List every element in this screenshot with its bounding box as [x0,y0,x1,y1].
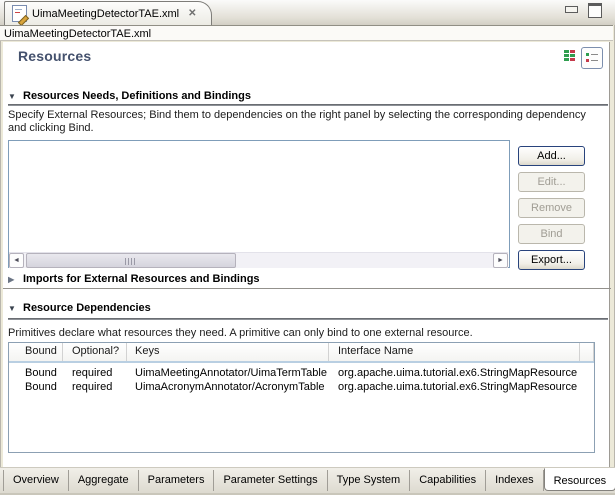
cell-bound: Bound [9,380,63,394]
maximize-icon[interactable] [588,3,602,18]
section-separator [8,104,608,106]
part-divider [3,288,611,289]
export-button[interactable]: Export... [518,250,585,270]
editor-tab-title: UimaMeetingDetectorTAE.xml [32,8,179,20]
editor-tabbar: UimaMeetingDetectorTAE.xml ✕ [0,0,615,25]
section-dependencies-title: Resource Dependencies [23,302,151,314]
tab-parameters[interactable]: Parameters [139,470,215,491]
breadcrumb: UimaMeetingDetectorTAE.xml [0,25,613,41]
expand-icon[interactable]: ▶ [8,271,17,286]
cell-keys: UimaMeetingAnnotator/UimaTermTable [127,366,329,380]
tab-parameter-settings[interactable]: Parameter Settings [214,470,327,491]
horizontal-scrollbar[interactable]: ◄ ► [9,252,508,268]
column-header-optional[interactable]: Optional? [63,343,127,361]
form-view-icon[interactable] [581,47,603,69]
tab-capabilities[interactable]: Capabilities [410,470,486,491]
collapse-icon[interactable]: ▼ [8,304,17,313]
column-header-filler [580,343,594,361]
tab-indexes[interactable]: Indexes [486,470,544,491]
edit-button: Edit... [518,172,585,192]
section-dependencies-description: Primitives declare what resources they n… [8,327,600,340]
cell-interface: org.apache.uima.tutorial.ex6.StringMapRe… [329,380,580,394]
remove-button: Remove [518,198,585,218]
scroll-right-icon[interactable]: ► [493,253,508,268]
section-bindings-header[interactable]: ▼ Resources Needs, Definitions and Bindi… [8,90,251,102]
section-bindings-description: Specify External Resources; Bind them to… [8,109,600,135]
close-icon[interactable]: ✕ [188,8,196,19]
dependencies-table[interactable]: Bound Optional? Keys Interface Name Boun… [8,342,595,453]
bind-button: Bind [518,224,585,244]
page-tabbar: Overview Aggregate Parameters Parameter … [0,467,615,494]
tab-overview[interactable]: Overview [3,470,69,491]
editor-window: UimaMeetingDetectorTAE.xml ✕ UimaMeeting… [0,0,615,495]
scroll-left-icon[interactable]: ◄ [9,253,24,268]
section-separator [8,318,608,320]
editor-tab[interactable]: UimaMeetingDetectorTAE.xml ✕ [4,1,212,25]
section-imports-title: Imports for External Resources and Bindi… [23,271,260,286]
table-row[interactable]: Bound required UimaAcronymAnnotator/Acro… [9,380,594,394]
tab-type-system[interactable]: Type System [328,470,411,491]
table-row[interactable]: Bound required UimaMeetingAnnotator/Uima… [9,366,594,380]
section-dependencies-header[interactable]: ▼ Resource Dependencies [8,302,151,314]
xml-editor-icon [12,5,27,22]
column-header-keys[interactable]: Keys [127,343,329,361]
tab-resources[interactable]: Resources [544,468,615,491]
cell-interface: org.apache.uima.tutorial.ex6.StringMapRe… [329,366,580,380]
cell-keys: UimaAcronymAnnotator/AcronymTable [127,380,329,394]
collapse-icon[interactable]: ▼ [8,92,17,101]
section-bindings-title: Resources Needs, Definitions and Binding… [23,90,251,102]
cell-optional: required [63,380,127,394]
scrollbar-thumb[interactable] [26,253,236,268]
column-header-interface[interactable]: Interface Name [329,343,580,361]
minimize-icon[interactable] [565,6,578,13]
section-imports-header[interactable]: ▶ Imports for External Resources and Bin… [8,271,260,286]
column-header-bound[interactable]: Bound [9,343,63,361]
grid-view-icon[interactable] [564,50,577,63]
cell-optional: required [63,366,127,380]
resources-tree[interactable]: − UimaAcronymTableFile URL: file:org/apa… [8,140,510,268]
tab-aggregate[interactable]: Aggregate [69,470,139,491]
cell-bound: Bound [9,366,63,380]
add-button[interactable]: Add... [518,146,585,166]
table-header-row: Bound Optional? Keys Interface Name [9,343,594,363]
page-title: Resources [18,48,91,64]
